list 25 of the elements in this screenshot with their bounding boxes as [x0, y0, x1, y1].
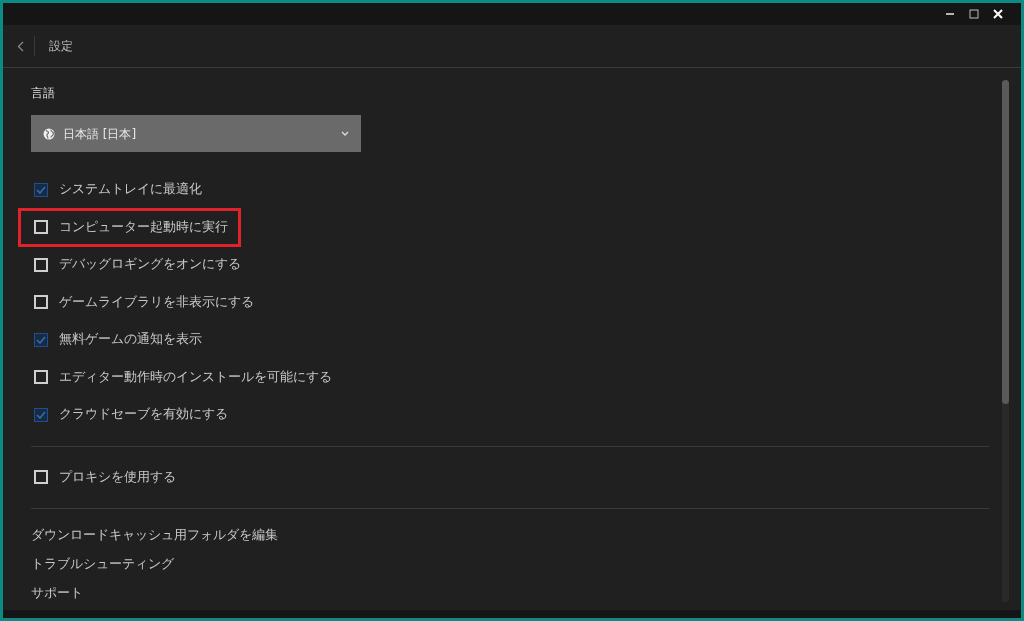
language-dropdown[interactable]: 日本語 [日本] — [31, 115, 361, 152]
option-label: プロキシを使用する — [59, 467, 176, 486]
maximize-icon[interactable] — [969, 9, 979, 19]
option-label: クラウドセーブを有効にする — [59, 405, 228, 424]
close-icon[interactable] — [993, 9, 1003, 19]
settings-link[interactable]: トラブルシューティング — [31, 555, 174, 574]
chevron-down-icon — [341, 131, 349, 136]
scrollbar-thumb[interactable] — [1002, 80, 1009, 404]
checkbox[interactable] — [34, 407, 48, 422]
globe-icon — [43, 127, 55, 140]
checkbox[interactable] — [34, 332, 48, 347]
option-label: ゲームライブラリを非表示にする — [59, 292, 254, 311]
option-label: デバッグロギングをオンにする — [59, 255, 241, 274]
language-label: 言語 — [31, 85, 56, 102]
scrollbar[interactable] — [1002, 80, 1009, 602]
settings-link[interactable]: サポート — [31, 584, 83, 603]
option-label: コンピューター起動時に実行 — [59, 217, 228, 236]
settings-link[interactable]: ダウンロードキャッシュ用フォルダを編集 — [31, 526, 278, 545]
chevron-left-icon — [17, 40, 24, 52]
page-title: 設定 — [49, 38, 73, 55]
option-label: 無料ゲームの通知を表示 — [59, 330, 202, 349]
language-value: 日本語 [日本] — [63, 125, 138, 143]
option-label: エディター動作時のインストールを可能にする — [59, 367, 332, 386]
option-label: システムトレイに最適化 — [59, 180, 202, 199]
checkbox[interactable] — [34, 182, 48, 197]
